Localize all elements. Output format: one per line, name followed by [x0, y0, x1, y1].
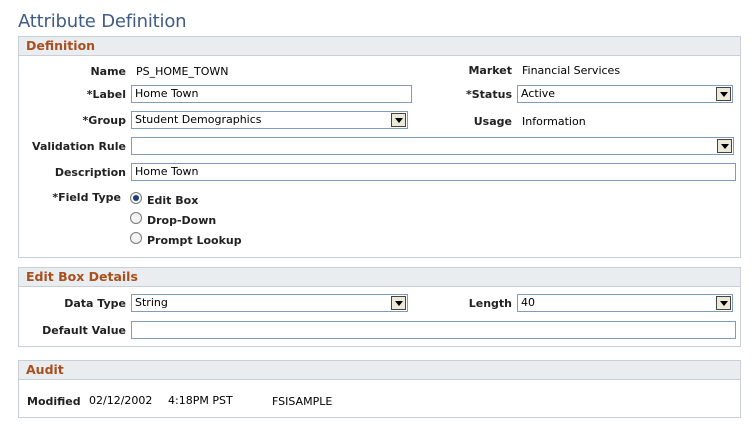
data-type-selected-value: String: [135, 296, 168, 309]
chevron-down-icon[interactable]: [716, 296, 731, 310]
usage-label: Usage: [473, 115, 512, 128]
name-value: PS_HOME_TOWN: [136, 65, 229, 78]
field-type-drop-down-label: Drop-Down: [147, 214, 217, 227]
modified-time: 4:18PM PST: [168, 394, 233, 407]
chevron-down-icon[interactable]: [717, 139, 732, 153]
name-label: Name: [90, 65, 126, 78]
default-value-input[interactable]: [131, 321, 736, 339]
default-value-label: Default Value: [42, 324, 126, 337]
market-value: Financial Services: [522, 64, 621, 77]
validation-rule-label: Validation Rule: [32, 140, 126, 153]
field-type-prompt-lookup-radio[interactable]: [130, 232, 142, 244]
page-title: Attribute Definition: [18, 11, 187, 32]
modified-date: 02/12/2002: [89, 394, 153, 407]
modified-label: Modified: [27, 395, 81, 408]
field-type-label: *Field Type: [52, 191, 121, 204]
group-dropdown[interactable]: Student Demographics: [131, 111, 408, 129]
validation-rule-dropdown[interactable]: [131, 137, 734, 155]
edit-box-details-section: Edit Box Details Data Type String Length…: [18, 267, 741, 347]
group-label: *Group: [82, 114, 126, 127]
status-dropdown[interactable]: Active: [517, 85, 733, 103]
length-label: Length: [468, 297, 512, 310]
label-label: *Label: [86, 88, 126, 101]
definition-header: Definition: [19, 37, 740, 56]
group-selected-value: Student Demographics: [135, 113, 262, 126]
label-input[interactable]: Home Town: [131, 85, 412, 103]
field-type-edit-box-label: Edit Box: [147, 194, 199, 207]
chevron-down-icon[interactable]: [716, 87, 731, 101]
audit-section: Audit Modified 02/12/2002 4:18PM PST FSI…: [18, 360, 741, 418]
description-input[interactable]: Home Town: [131, 163, 736, 181]
length-selected-value: 40: [521, 296, 535, 309]
data-type-dropdown[interactable]: String: [131, 294, 408, 312]
field-type-drop-down-radio[interactable]: [130, 212, 142, 224]
chevron-down-icon[interactable]: [391, 113, 406, 127]
usage-value: Information: [522, 115, 586, 128]
definition-section: Definition Name PS_HOME_TOWN Market Fina…: [18, 36, 741, 258]
length-dropdown[interactable]: 40: [517, 294, 733, 312]
description-label: Description: [54, 166, 126, 179]
chevron-down-icon[interactable]: [391, 296, 406, 310]
status-selected-value: Active: [521, 87, 556, 100]
modified-by: FSISAMPLE: [272, 395, 333, 408]
market-label: Market: [468, 64, 512, 77]
audit-header: Audit: [19, 361, 740, 380]
status-label: *Status: [466, 88, 512, 101]
data-type-label: Data Type: [64, 297, 126, 310]
edit-box-details-header: Edit Box Details: [19, 268, 740, 287]
field-type-prompt-lookup-label: Prompt Lookup: [147, 234, 242, 247]
field-type-edit-box-radio[interactable]: [130, 192, 142, 204]
